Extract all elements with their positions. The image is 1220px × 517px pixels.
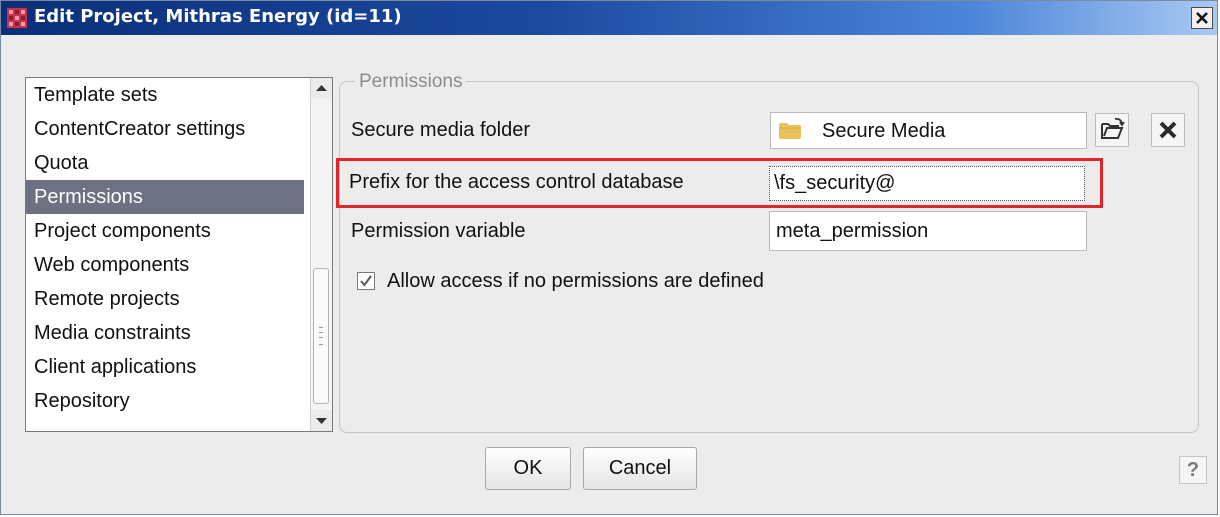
cancel-button[interactable]: Cancel: [583, 447, 697, 490]
prefix-input[interactable]: [769, 166, 1085, 201]
browse-folder-button[interactable]: [1095, 113, 1129, 147]
checkmark-icon: [360, 275, 372, 287]
sidebar-item-permissions[interactable]: Permissions: [26, 180, 304, 214]
scroll-up-button[interactable]: [311, 78, 332, 99]
secure-media-folder-field: Secure Media: [770, 112, 1087, 149]
sidebar-item-remote-projects[interactable]: Remote projects: [26, 282, 304, 316]
sidebar-item-client-applications[interactable]: Client applications: [26, 350, 304, 384]
scroll-down-button[interactable]: [311, 410, 332, 431]
permission-variable-input[interactable]: [769, 211, 1087, 251]
app-icon: [7, 8, 27, 28]
chevron-up-icon: [316, 85, 327, 91]
clear-folder-button[interactable]: [1151, 113, 1185, 147]
permission-variable-label: Permission variable: [351, 220, 526, 242]
sidebar-item-contentcreator-settings[interactable]: ContentCreator settings: [26, 112, 304, 146]
secure-media-value: Secure Media: [822, 120, 946, 142]
chevron-down-icon: [316, 418, 327, 424]
settings-category-list[interactable]: Template sets ContentCreator settings Qu…: [25, 77, 333, 432]
sidebar-item-repository[interactable]: Repository: [26, 384, 304, 418]
ok-button[interactable]: OK: [485, 447, 571, 490]
sidebar-item-web-components[interactable]: Web components: [26, 248, 304, 282]
scrollbar-thumb[interactable]: [313, 268, 329, 404]
edit-project-dialog: Edit Project, Mithras Energy (id=11) Tem…: [0, 0, 1218, 515]
window-title: Edit Project, Mithras Energy (id=11): [34, 6, 402, 27]
sidebar-item-project-components[interactable]: Project components: [26, 214, 304, 248]
folder-icon: [779, 123, 801, 139]
close-icon: [1196, 12, 1208, 24]
sidebar-item-quota[interactable]: Quota: [26, 146, 304, 180]
title-bar[interactable]: Edit Project, Mithras Energy (id=11): [1, 1, 1217, 35]
sidebar-item-media-constraints[interactable]: Media constraints: [26, 316, 304, 350]
secure-media-label: Secure media folder: [351, 119, 530, 141]
close-button[interactable]: [1191, 7, 1213, 29]
browse-folder-icon: [1101, 117, 1125, 139]
allow-access-label: Allow access if no permissions are defin…: [387, 270, 764, 292]
sidebar-item-template-sets[interactable]: Template sets: [26, 78, 304, 112]
vertical-scrollbar[interactable]: [310, 78, 332, 431]
clear-icon: [1159, 121, 1177, 139]
grip-icon: [319, 327, 323, 345]
allow-access-checkbox[interactable]: [357, 272, 375, 290]
prefix-label: Prefix for the access control database: [349, 171, 684, 193]
permissions-group-title: Permissions: [355, 71, 467, 93]
help-button[interactable]: ?: [1179, 456, 1207, 484]
